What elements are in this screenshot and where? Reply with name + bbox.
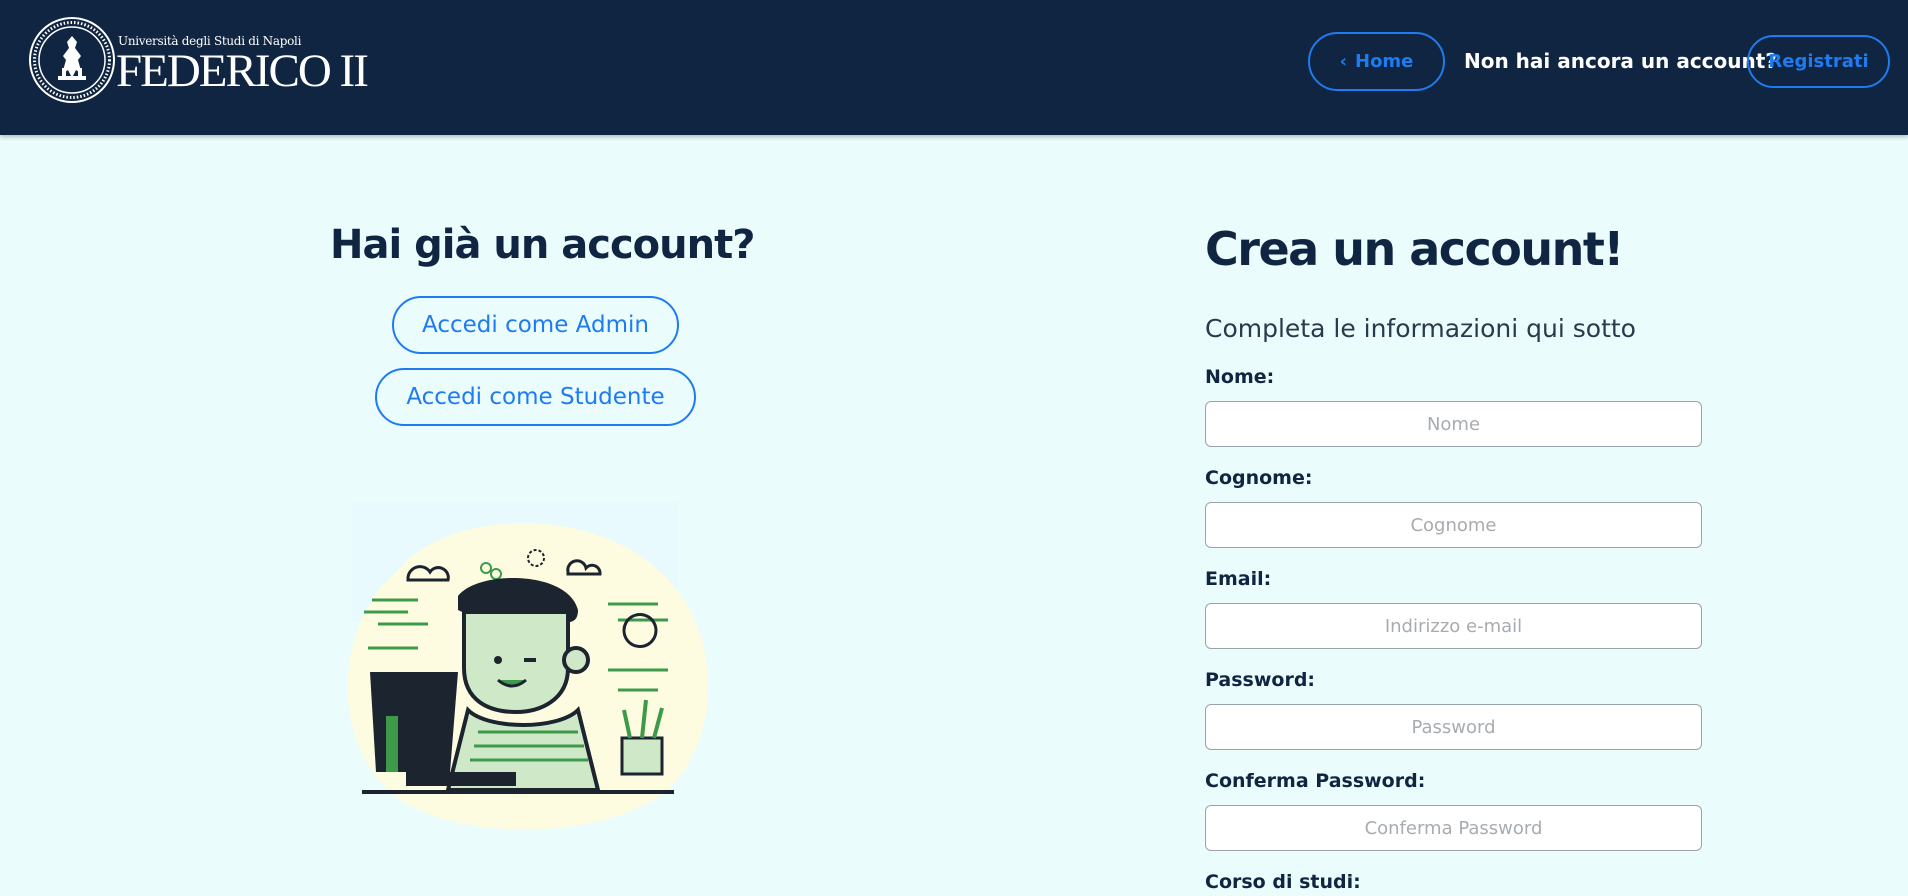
no-account-text: Non hai ancora un account? [1464,49,1777,73]
login-student-button[interactable]: Accedi come Studente [375,368,696,426]
confirm-password-input[interactable] [1205,805,1702,851]
home-button[interactable]: ‹ Home [1308,32,1445,91]
confirm-password-label: Conferma Password: [1205,770,1426,792]
course-label: Corso di studi: [1205,871,1361,893]
university-logo[interactable]: Università degli Studi di Napoli FEDERIC… [28,16,369,108]
register-button[interactable]: Registrati [1747,35,1890,88]
nome-input[interactable] [1205,401,1702,447]
university-seal-icon [29,17,115,103]
password-label: Password: [1205,669,1316,691]
register-title: Crea un account! [1205,222,1624,276]
login-admin-button[interactable]: Accedi come Admin [392,296,679,354]
email-input[interactable] [1205,603,1702,649]
password-input[interactable] [1205,704,1702,750]
student-at-computer-illustration [347,502,709,830]
register-subtitle: Completa le informazioni qui sotto [1205,314,1636,343]
nome-label: Nome: [1205,366,1275,388]
chevron-left-icon: ‹ [1339,51,1347,72]
home-button-label: Home [1355,51,1414,72]
top-navbar: Università degli Studi di Napoli FEDERIC… [0,0,1908,135]
cognome-input[interactable] [1205,502,1702,548]
email-label: Email: [1205,568,1272,590]
logo-federico-text: FEDERICO II [116,45,369,97]
login-title: Hai già un account? [330,222,755,268]
cognome-label: Cognome: [1205,467,1313,489]
